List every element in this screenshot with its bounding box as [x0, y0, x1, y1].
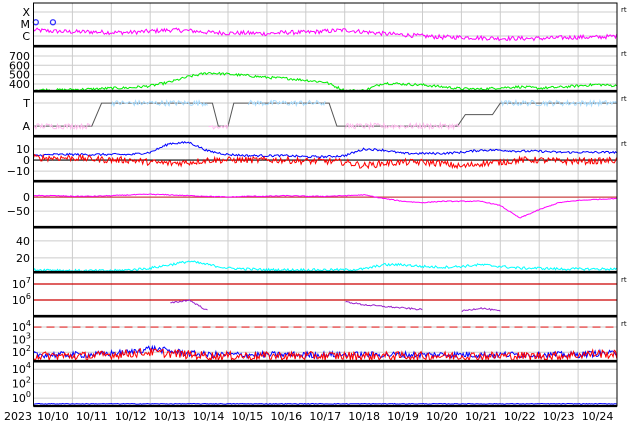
tick-label-base: −50 [7, 205, 30, 218]
tick-label-base: 10 [12, 346, 26, 359]
space-weather-chart: XMCrt700600500400rtTArt100−10rt0−5040201… [4, 2, 627, 423]
tick-label-exponent: 2 [26, 376, 31, 385]
x-tick-label: 2023 [4, 410, 32, 423]
x-tick-label: 10/24 [582, 410, 614, 423]
panel-frame [33, 136, 618, 182]
tick-label: −10 [7, 165, 30, 178]
tick-label-exponent: 7 [26, 276, 31, 285]
x-tick-label: 10/14 [193, 410, 225, 423]
tick-label-base: 10 [12, 294, 26, 307]
sector-line [33, 102, 617, 127]
x-tick-label: 10/22 [504, 410, 536, 423]
temp-series [170, 299, 501, 313]
tick-label: T [22, 97, 30, 110]
panel-frame [33, 181, 618, 228]
tick-label-base: 40 [16, 235, 30, 248]
tick-label: −50 [7, 205, 30, 218]
x-tick-label: 10/20 [426, 410, 458, 423]
tick-label-base: A [22, 120, 30, 133]
tick-label-exponent: 4 [26, 361, 31, 370]
tick-label-base: 20 [16, 252, 30, 265]
x-tick-label: 10/15 [232, 410, 264, 423]
x-tick-label: 10/11 [76, 410, 108, 423]
tick-label: 102 [12, 344, 31, 359]
x-tick-label: 10/23 [543, 410, 575, 423]
tick-label: 0 [23, 191, 30, 204]
realtime-label: rt [621, 140, 627, 148]
tick-label: 40 [16, 235, 30, 248]
realtime-label: rt [621, 276, 627, 284]
tick-label-exponent: 3 [26, 332, 31, 341]
tick-label: 104 [12, 361, 31, 376]
x-tick-label: 10/12 [115, 410, 147, 423]
realtime-label: rt [621, 50, 627, 58]
tick-label-base: 400 [9, 78, 30, 91]
panel-frame [33, 227, 618, 273]
tick-label: C [22, 30, 30, 43]
tick-label-base: 0 [23, 191, 30, 204]
x-tick-label: 10/17 [309, 410, 341, 423]
tick-label-exponent: 0 [26, 390, 31, 399]
tick-label-base: −10 [7, 165, 30, 178]
xray-series [33, 27, 618, 42]
tick-label-exponent: 4 [26, 319, 31, 328]
panel-frame [33, 272, 618, 317]
realtime-label: rt [621, 6, 627, 14]
tick-label: 100 [12, 390, 31, 405]
tick-label-base: C [22, 30, 30, 43]
tick-label-base: 10 [12, 278, 26, 291]
tick-label-base: T [22, 97, 30, 110]
bt-series [33, 140, 618, 159]
tick-label-base: 10 [12, 378, 26, 391]
tick-label: 20 [16, 252, 30, 265]
tick-label: 106 [12, 292, 31, 307]
x-tick-label: 10/19 [387, 410, 419, 423]
x-tick-label: 10/13 [154, 410, 186, 423]
tick-label-base: 10 [12, 363, 26, 376]
proton-series [33, 402, 617, 405]
density-series [33, 260, 618, 273]
x-tick-label: 10/16 [270, 410, 302, 423]
tick-label-exponent: 2 [26, 344, 31, 353]
tick-label: A [22, 120, 30, 133]
tick-label-base: 10 [12, 321, 26, 334]
x-tick-label: 10/18 [348, 410, 380, 423]
tick-label-base: 10 [12, 334, 26, 347]
panel-frame [33, 91, 618, 137]
tick-label: 107 [12, 276, 31, 291]
realtime-label: rt [621, 95, 627, 103]
speed-series [33, 71, 618, 92]
tick-label: 102 [12, 376, 31, 391]
tick-label-exponent: 6 [26, 292, 31, 301]
x-tick-label: 10/10 [37, 410, 69, 423]
realtime-label: rt [621, 320, 627, 328]
tick-label-base: 10 [12, 392, 26, 405]
x-tick-label: 10/21 [465, 410, 497, 423]
tick-label: 400 [9, 78, 30, 91]
